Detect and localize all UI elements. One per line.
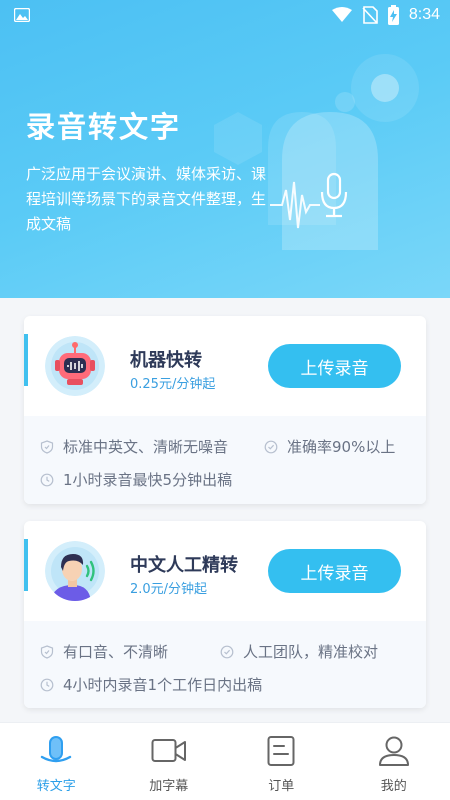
feature-item: 1小时录音最快5分钟出稿: [40, 469, 232, 490]
check-circle-icon: [264, 440, 278, 453]
hero-title: 录音转文字: [26, 110, 182, 144]
hero-decoration: [214, 54, 419, 250]
feature-list: 标准中英文、清晰无噪音 准确率90%以上 1小时录音最快5分钟出稿: [24, 416, 426, 504]
tab-subtitles[interactable]: 加字幕: [113, 723, 226, 800]
robot-avatar-icon: [45, 336, 105, 396]
feature-item: 有口音、不清晰: [40, 641, 168, 662]
image-notification-icon: [14, 8, 30, 22]
tab-transcribe[interactable]: 转文字: [0, 723, 113, 800]
order-icon: [267, 736, 295, 766]
clock-icon: [40, 473, 54, 486]
upload-recording-button[interactable]: 上传录音: [268, 549, 401, 593]
video-camera-icon: [151, 739, 186, 762]
upload-recording-button[interactable]: 上传录音: [268, 344, 401, 388]
service-name: 机器快转: [130, 350, 202, 371]
tab-label: 转文字: [36, 779, 76, 794]
tab-profile[interactable]: 我的: [338, 723, 450, 800]
feature-text: 有口音、不清晰: [63, 643, 169, 661]
tab-label: 加字幕: [149, 779, 189, 794]
hero-description: 广泛应用于会议演讲、媒体采访、课程培训等场景下的录音文件整理，生成文稿: [26, 165, 267, 233]
feature-text: 标准中英文、清晰无噪音: [63, 438, 229, 456]
feature-list: 有口音、不清晰 人工团队，精准校对 4小时内录音1个工作日内出稿: [24, 621, 426, 708]
bottom-tab-bar: 转文字 加字幕 订单 我的: [0, 722, 450, 800]
service-card-machine: 机器快转 0.25元/分钟起 上传录音 标准中英文、清晰无噪音 准确率90%以上…: [24, 316, 426, 504]
human-agent-avatar-icon: [45, 541, 105, 601]
status-bar: 8:34: [0, 0, 450, 30]
microphone-icon: [41, 736, 72, 763]
card-accent-bar: [24, 334, 28, 386]
shield-icon: [40, 644, 54, 659]
status-time: 8:34: [408, 6, 440, 23]
service-card-human: 中文人工精转 2.0元/分钟起 上传录音 有口音、不清晰 人工团队，精准校对 4…: [24, 521, 426, 708]
feature-text: 人工团队，精准校对: [243, 643, 379, 661]
tab-orders[interactable]: 订单: [225, 723, 338, 800]
feature-item: 标准中英文、清晰无噪音: [40, 436, 228, 457]
microphone-waveform-icon: [270, 172, 348, 229]
service-price: 2.0元/分钟起: [130, 582, 208, 597]
feature-item: 人工团队，精准校对: [220, 641, 378, 662]
battery-charging-icon: [387, 5, 399, 25]
wifi-icon: [331, 7, 352, 22]
clock-icon: [40, 678, 54, 691]
feature-text: 1小时录音最快5分钟出稿: [63, 471, 233, 489]
feature-item: 4小时内录音1个工作日内出稿: [40, 674, 262, 695]
user-icon: [378, 736, 409, 766]
check-circle-icon: [220, 645, 234, 658]
service-price: 0.25元/分钟起: [130, 377, 216, 392]
feature-text: 4小时内录音1个工作日内出稿: [63, 676, 263, 694]
hero-banner: 录音转文字 广泛应用于会议演讲、媒体采访、课程培训等场景下的录音文件整理，生成文…: [0, 0, 450, 298]
no-sim-icon: [362, 6, 378, 24]
feature-item: 准确率90%以上: [264, 436, 395, 457]
tab-label: 订单: [268, 779, 295, 794]
tab-label: 我的: [380, 779, 407, 794]
feature-text: 准确率90%以上: [287, 438, 396, 456]
shield-icon: [40, 439, 54, 454]
service-name: 中文人工精转: [130, 555, 238, 576]
card-accent-bar: [24, 539, 28, 591]
status-icons: 8:34: [331, 5, 440, 25]
